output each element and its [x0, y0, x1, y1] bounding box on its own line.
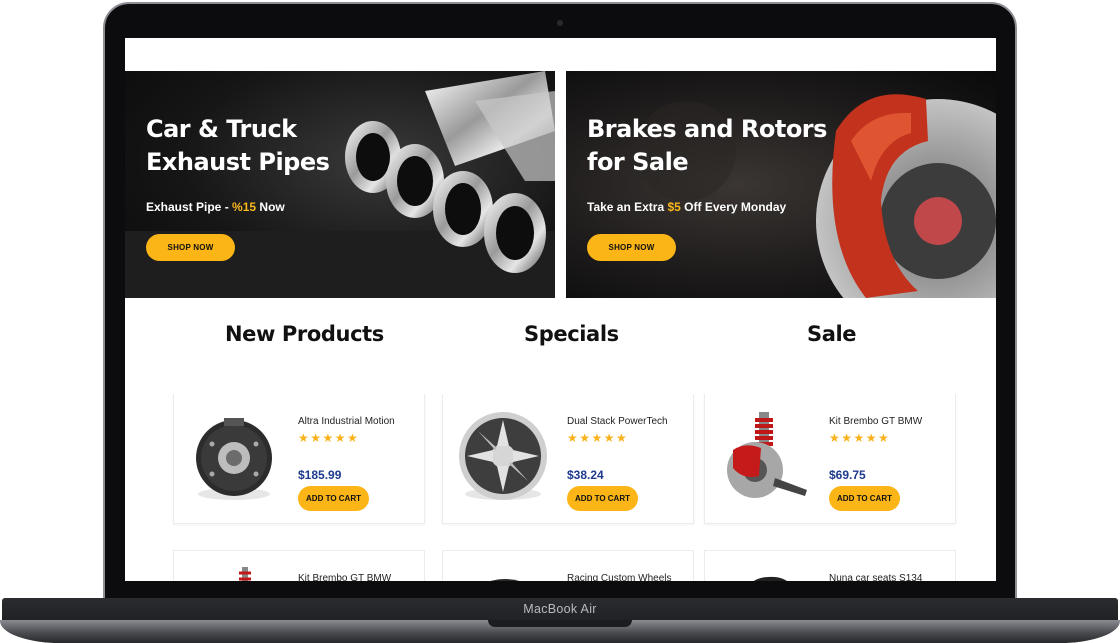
- add-to-cart-button[interactable]: ADD TO CART: [298, 486, 369, 511]
- tab-new-products[interactable]: New Products: [225, 322, 384, 346]
- tab-sale[interactable]: Sale: [807, 322, 857, 346]
- product-name[interactable]: Kit Brembo GT BMW: [829, 416, 922, 427]
- banner-brakes[interactable]: Brakes and Rotors for Sale Take an Extra…: [566, 71, 996, 298]
- car-seat-icon: [753, 576, 787, 581]
- camera-icon: [557, 20, 563, 26]
- product-name[interactable]: Racing Custom Wheels: [567, 573, 671, 581]
- rating-stars: ★★★★★: [567, 431, 629, 445]
- rating-stars: ★★★★★: [829, 431, 891, 445]
- product-name[interactable]: Altra Industrial Motion: [298, 416, 395, 427]
- product-price: $38.24: [567, 468, 604, 482]
- banner-subtitle: Take an Extra $5 Off Every Monday: [587, 200, 787, 214]
- banner-title: Brakes and Rotors for Sale: [587, 115, 827, 176]
- tab-specials[interactable]: Specials: [524, 322, 619, 346]
- discount-highlight: %15: [232, 200, 257, 214]
- brake-rotor-icon: [636, 94, 996, 298]
- discount-highlight: $5: [667, 200, 681, 214]
- product-name[interactable]: Dual Stack PowerTech: [567, 416, 668, 427]
- product-price: $69.75: [829, 468, 866, 482]
- laptop-notch: [488, 620, 632, 627]
- exhaust-pipes-icon: [125, 71, 555, 298]
- add-to-cart-button[interactable]: ADD TO CART: [567, 486, 638, 511]
- brake-suspension-icon: [727, 412, 807, 498]
- product-card[interactable]: Kit Brembo GT BMW: [173, 550, 425, 581]
- banner-exhaust[interactable]: Car & Truck Exhaust Pipes Exhaust Pipe -…: [125, 71, 555, 298]
- product-name[interactable]: Nuna car seats S134: [829, 573, 922, 581]
- product-card[interactable]: Racing Custom Wheels: [442, 550, 694, 581]
- product-card[interactable]: Kit Brembo GT BMW ★★★★★ $69.75 ADD TO CA…: [704, 394, 956, 524]
- chrome-wheel-icon: [459, 412, 547, 500]
- product-card[interactable]: Altra Industrial Motion ★★★★★ $185.99 AD…: [173, 394, 425, 524]
- brake-suspension-icon: [239, 567, 251, 581]
- shop-now-button[interactable]: SHOP NOW: [146, 234, 235, 261]
- banner-title: Car & Truck Exhaust Pipes: [146, 115, 330, 176]
- website-screen: Car & Truck Exhaust Pipes Exhaust Pipe -…: [125, 38, 996, 581]
- product-card[interactable]: Dual Stack PowerTech ★★★★★ $38.24 ADD TO…: [442, 394, 694, 524]
- shop-now-button[interactable]: SHOP NOW: [587, 234, 676, 261]
- rating-stars: ★★★★★: [298, 431, 360, 445]
- device-label: MacBook Air: [523, 602, 597, 616]
- product-name[interactable]: Kit Brembo GT BMW: [298, 573, 391, 581]
- add-to-cart-button[interactable]: ADD TO CART: [829, 486, 900, 511]
- product-card[interactable]: Nuna car seats S134: [704, 550, 956, 581]
- clutch-motor-icon: [196, 418, 272, 500]
- banner-subtitle: Exhaust Pipe - %15 Now: [146, 200, 285, 214]
- wheel-icon: [490, 579, 520, 581]
- product-price: $185.99: [298, 468, 342, 482]
